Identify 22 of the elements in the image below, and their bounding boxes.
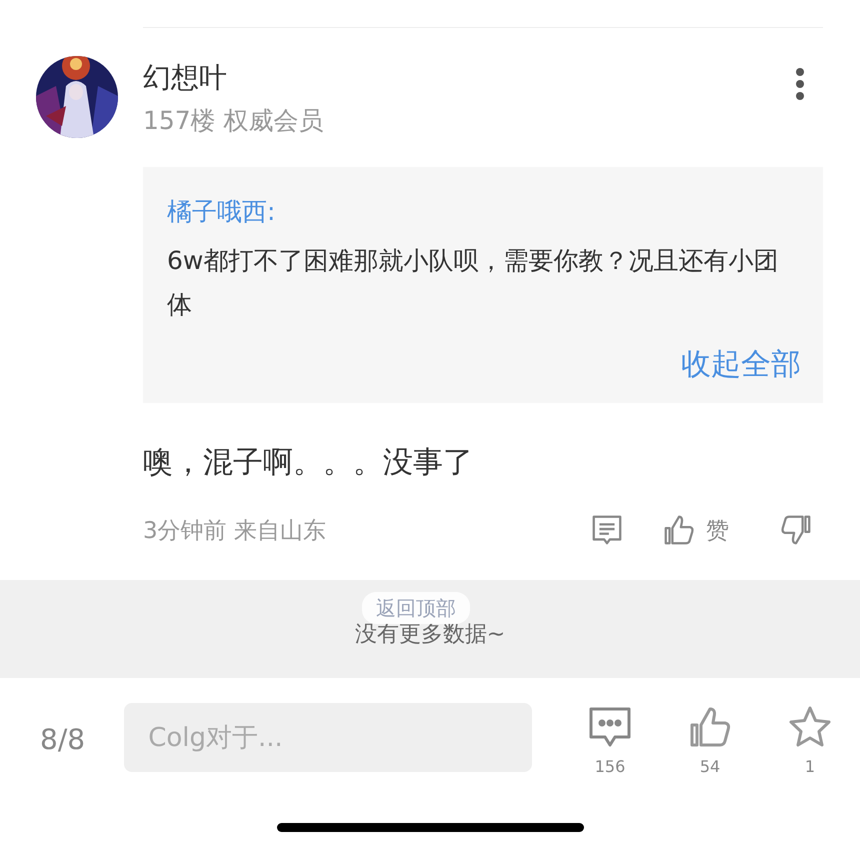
- star-icon[interactable]: [788, 705, 832, 749]
- comment-count: 156: [594, 759, 626, 775]
- post-body: 噢，混子啊。。。没事了: [143, 444, 474, 482]
- quote-text: 6w都打不了困难那就小队呗，需要你教？况且还有小团体: [167, 245, 780, 321]
- more-icon[interactable]: [795, 67, 805, 101]
- thumbs-down-icon[interactable]: [779, 513, 813, 547]
- quote-author[interactable]: 橘子哦西:: [167, 195, 801, 229]
- comment-icon[interactable]: [590, 513, 624, 547]
- favorite-count: 1: [804, 759, 816, 775]
- collapse-link[interactable]: 收起全部: [681, 345, 801, 385]
- comment-input[interactable]: Colg对于...: [124, 703, 532, 772]
- author-name: 幻想叶: [143, 64, 228, 92]
- comment-icon[interactable]: [588, 705, 632, 749]
- author-meta: 157楼 权威会员: [143, 108, 325, 133]
- post-time: 3分钟前 来自山东: [143, 516, 326, 546]
- back-to-top-button[interactable]: 返回顶部: [362, 592, 470, 624]
- thumbs-up-icon[interactable]: [662, 513, 696, 547]
- like-label[interactable]: 赞: [706, 514, 729, 546]
- thumbs-up-icon[interactable]: [688, 705, 732, 749]
- like-count: 54: [700, 759, 720, 775]
- page-indicator: 8/8: [40, 723, 86, 756]
- no-more-data-text: 没有更多数据~: [354, 624, 506, 646]
